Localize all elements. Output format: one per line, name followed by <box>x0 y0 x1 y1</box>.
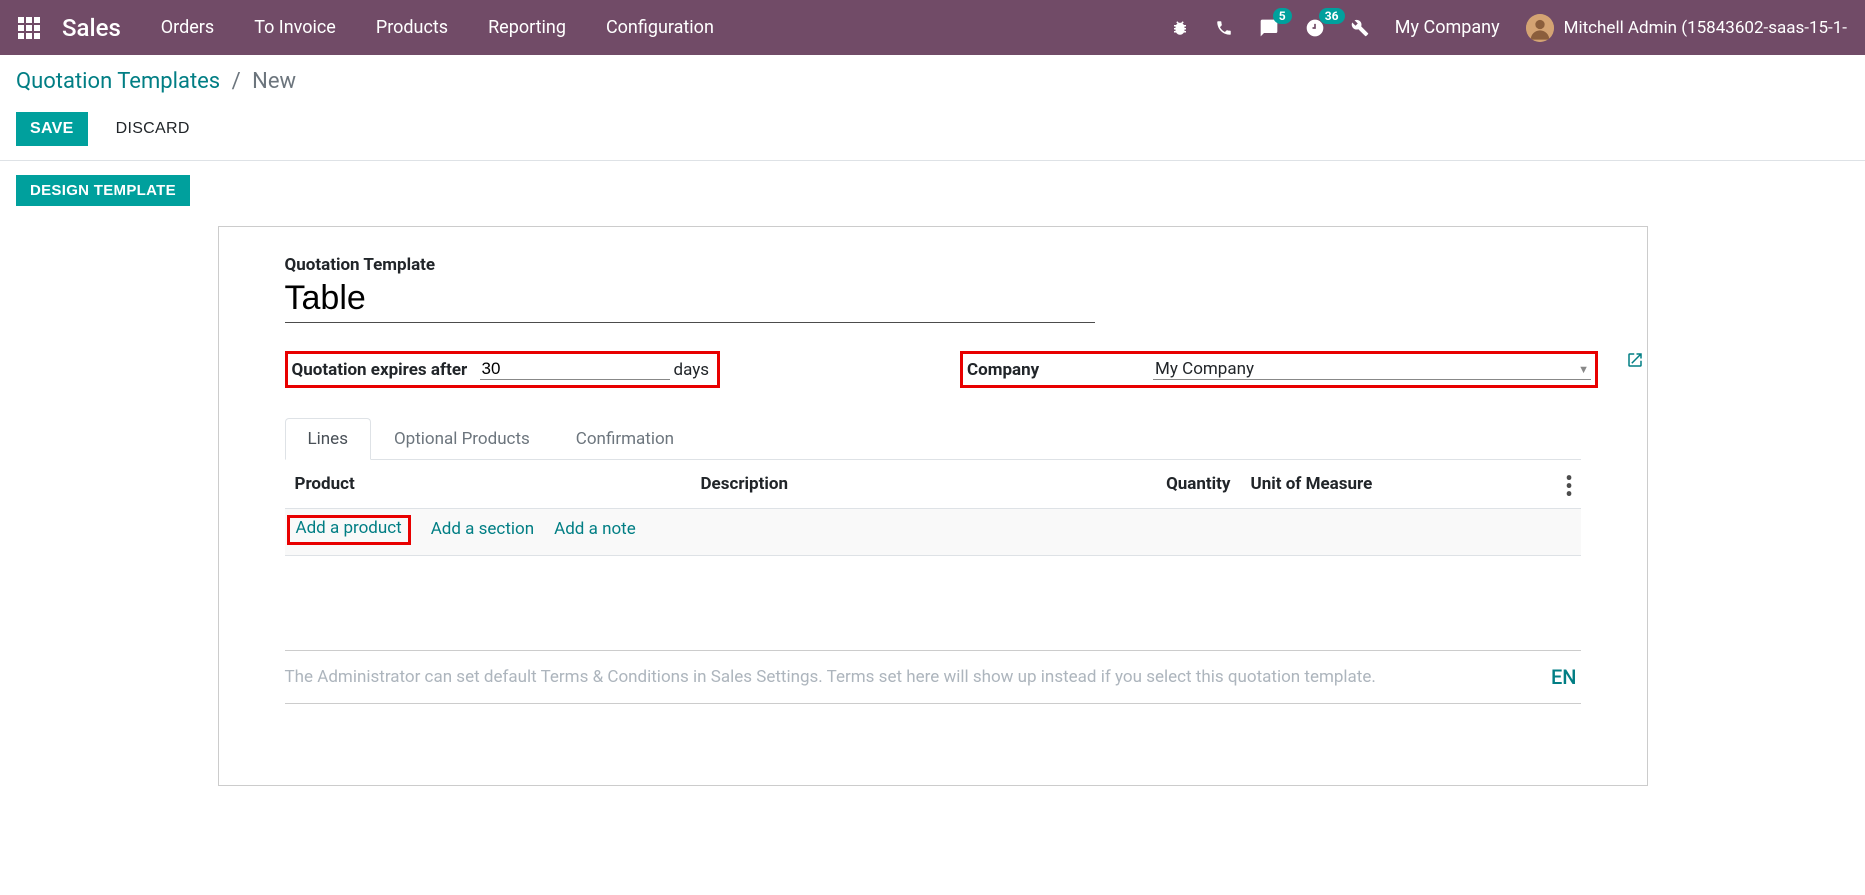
menu-to-invoice[interactable]: To Invoice <box>254 17 336 38</box>
apps-icon[interactable] <box>18 17 40 39</box>
add-note-link[interactable]: Add a note <box>554 519 636 545</box>
menu-products[interactable]: Products <box>376 17 448 38</box>
lines-table: Product Description Quantity Unit of Mea… <box>285 464 1581 556</box>
menu-reporting[interactable]: Reporting <box>488 17 566 38</box>
company-select[interactable]: My Company ▼ <box>1153 359 1591 380</box>
design-template-button[interactable]: DESIGN TEMPLATE <box>16 175 190 206</box>
messages-icon[interactable]: 5 <box>1259 18 1279 38</box>
name-label: Quotation Template <box>285 255 1581 275</box>
highlighted-company-group: Company My Company ▼ <box>960 351 1598 388</box>
company-label: Company <box>967 360 1153 380</box>
col-quantity: Quantity <box>1151 474 1231 498</box>
highlighted-add-product: Add a product <box>287 515 411 545</box>
user-menu[interactable]: Mitchell Admin (15843602-saas-15-1- <box>1526 14 1847 42</box>
lines-header: Product Description Quantity Unit of Mea… <box>285 464 1581 509</box>
lines-body: Add a product Add a section Add a note <box>285 509 1581 556</box>
tab-optional-products[interactable]: Optional Products <box>371 418 553 460</box>
tab-lines[interactable]: Lines <box>285 418 371 460</box>
activities-badge: 36 <box>1319 8 1345 24</box>
breadcrumb: Quotation Templates / New <box>16 69 1849 94</box>
name-input[interactable] <box>285 277 1095 323</box>
form-container: DESIGN TEMPLATE Quotation Template Quota… <box>0 161 1865 786</box>
col-description: Description <box>701 474 1151 498</box>
company-selector[interactable]: My Company <box>1395 17 1500 38</box>
user-name: Mitchell Admin (15843602-saas-15-1- <box>1564 18 1847 38</box>
discard-button[interactable]: DISCARD <box>106 112 200 146</box>
add-product-link[interactable]: Add a product <box>296 518 402 538</box>
expires-label: Quotation expires after <box>292 360 480 380</box>
tabs: Lines Optional Products Confirmation <box>285 418 1581 460</box>
expires-input[interactable] <box>480 359 670 380</box>
form-sheet: Quotation Template Quotation expires aft… <box>218 226 1648 786</box>
highlighted-expires-group: Quotation expires after days <box>285 351 721 388</box>
menu-orders[interactable]: Orders <box>161 17 214 38</box>
avatar <box>1526 14 1554 42</box>
save-button[interactable]: SAVE <box>16 112 88 146</box>
external-link-icon[interactable] <box>1626 351 1644 373</box>
main-menu: Orders To Invoice Products Reporting Con… <box>161 17 714 38</box>
activities-icon[interactable]: 36 <box>1305 18 1325 38</box>
top-navbar: Sales Orders To Invoice Products Reporti… <box>0 0 1865 55</box>
expires-suffix: days <box>674 360 710 380</box>
terms-placeholder[interactable]: The Administrator can set default Terms … <box>285 667 1376 687</box>
company-value: My Company <box>1155 359 1254 379</box>
breadcrumb-parent[interactable]: Quotation Templates <box>16 69 220 94</box>
kebab-icon[interactable]: ••• <box>1565 474 1572 498</box>
col-uom: Unit of Measure <box>1231 474 1401 498</box>
tab-confirmation[interactable]: Confirmation <box>553 418 697 460</box>
terms-box: The Administrator can set default Terms … <box>285 650 1581 704</box>
tools-icon[interactable] <box>1351 19 1369 37</box>
app-brand[interactable]: Sales <box>62 14 121 42</box>
language-button[interactable]: EN <box>1551 665 1577 689</box>
menu-configuration[interactable]: Configuration <box>606 17 714 38</box>
phone-icon[interactable] <box>1215 19 1233 37</box>
caret-down-icon: ▼ <box>1578 363 1589 376</box>
bug-icon[interactable] <box>1171 19 1189 37</box>
messages-badge: 5 <box>1273 8 1292 24</box>
add-section-link[interactable]: Add a section <box>431 519 534 545</box>
control-panel: Quotation Templates / New SAVE DISCARD <box>0 55 1865 161</box>
col-product: Product <box>291 474 701 498</box>
breadcrumb-current: New <box>252 69 296 94</box>
